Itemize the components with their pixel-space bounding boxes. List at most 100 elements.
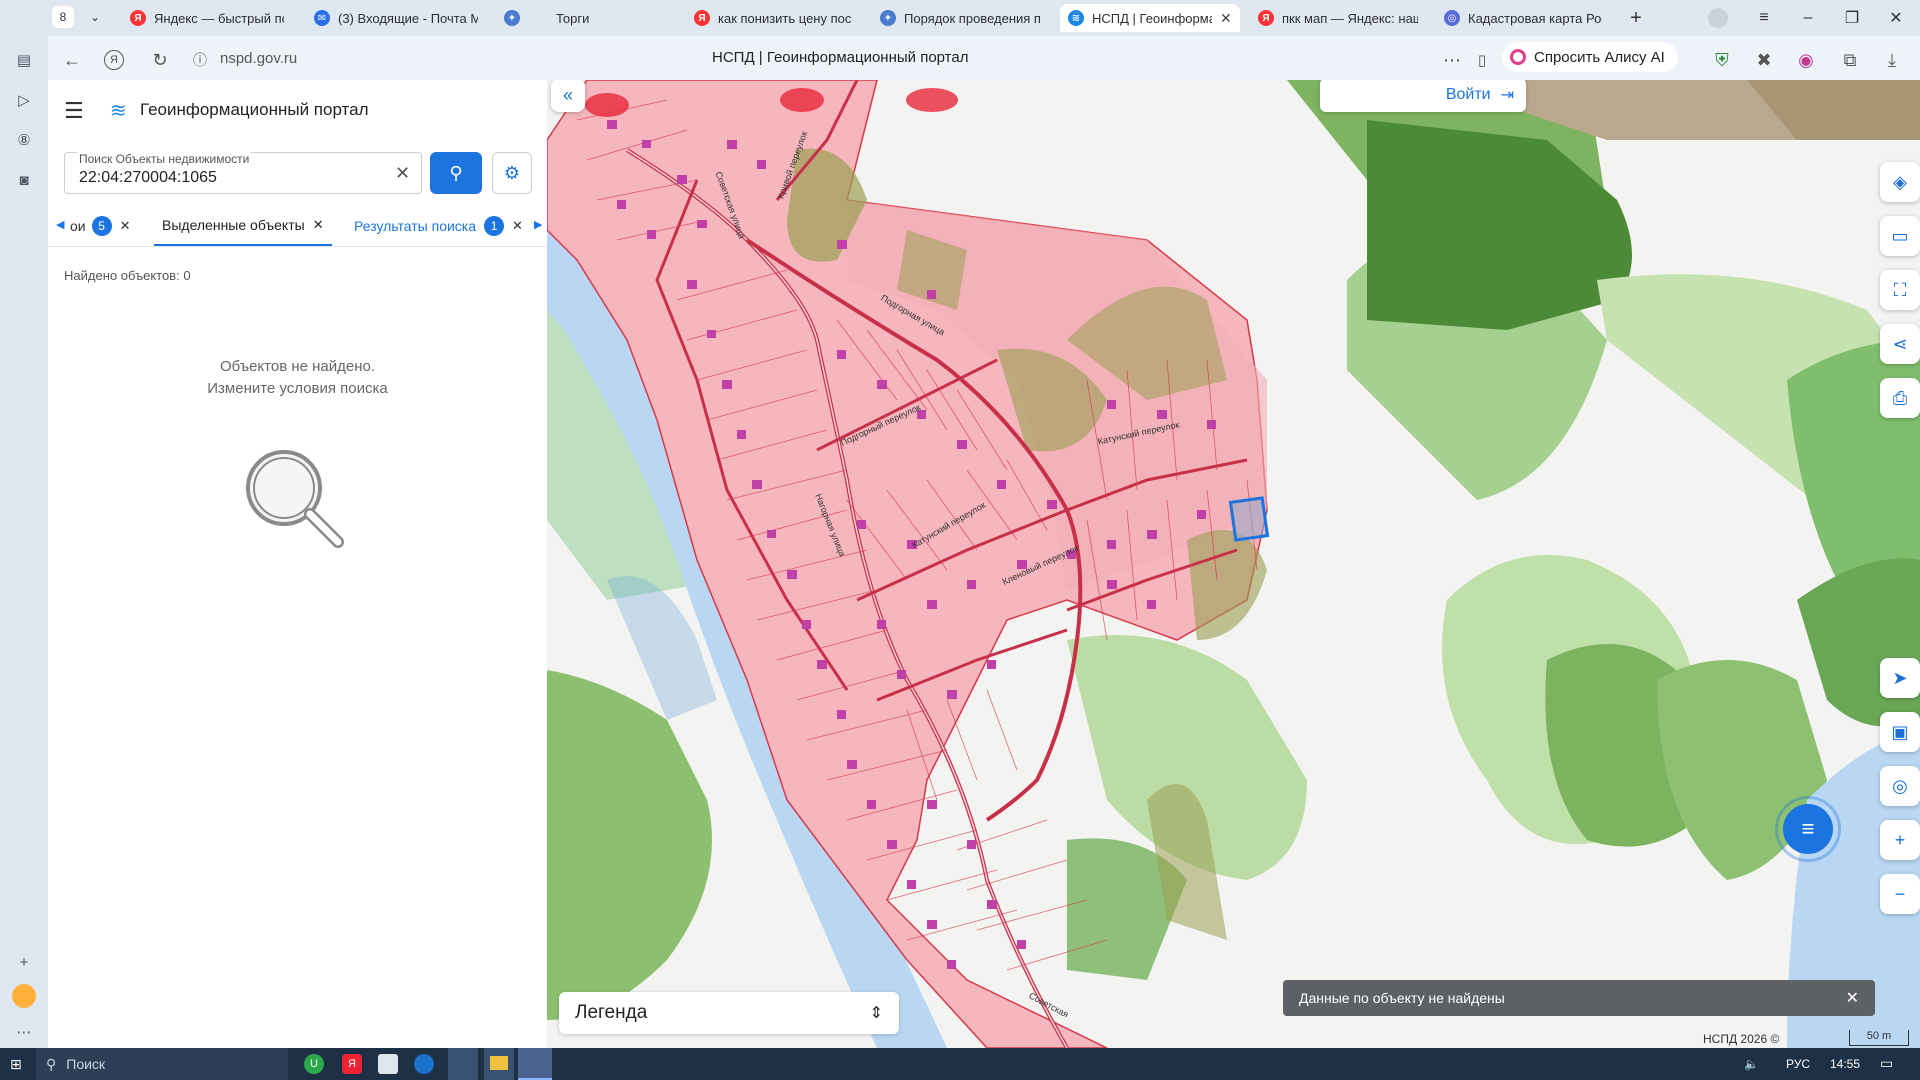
protect-icon[interactable]: ⛨ bbox=[1710, 48, 1734, 72]
layers-button[interactable]: ◈ bbox=[1880, 162, 1920, 202]
site-info-icon[interactable]: ⓘ bbox=[188, 48, 212, 72]
clock[interactable]: 14:55 bbox=[1830, 1057, 1860, 1071]
selected-parcel[interactable] bbox=[1228, 496, 1270, 542]
tab-nspd[interactable]: ≋ НСПД | Геоинформаци ✕ bbox=[1060, 4, 1240, 32]
notifications-icon[interactable]: ▭ bbox=[1880, 1055, 1893, 1072]
tabs-scroll-right-icon[interactable]: ▶ bbox=[534, 218, 542, 231]
tab-list-chevron-icon[interactable]: ⌄ bbox=[84, 6, 106, 28]
tab-search-results[interactable]: Результаты поиска 1 ✕ bbox=[354, 216, 523, 236]
emblem-favicon-icon: ✦ bbox=[880, 10, 896, 26]
menu-icon[interactable]: ≡ bbox=[1752, 6, 1776, 30]
downloads-icon[interactable]: ⤓ bbox=[1880, 48, 1904, 72]
close-tab-icon[interactable]: ✕ bbox=[1220, 10, 1232, 27]
clear-search-icon[interactable]: ✕ bbox=[395, 163, 410, 184]
close-toast-icon[interactable]: ✕ bbox=[1846, 988, 1859, 1008]
video-icon[interactable]: ▷ bbox=[10, 86, 38, 114]
taskbar-search[interactable]: ⚲ Поиск bbox=[36, 1048, 288, 1080]
counter-icon[interactable]: ⑧ bbox=[10, 126, 38, 154]
portal-logo-icon: ≋ bbox=[110, 100, 127, 122]
new-tab-icon[interactable]: + bbox=[1624, 6, 1648, 30]
close-tab-x-icon[interactable]: ✕ bbox=[512, 218, 523, 234]
tab-torgi[interactable]: ✦ Торги bbox=[496, 4, 666, 32]
minimize-icon[interactable]: – bbox=[1796, 6, 1820, 30]
close-tab-x-icon[interactable]: ✕ bbox=[313, 217, 324, 233]
zoom-out-button[interactable]: − bbox=[1880, 874, 1920, 914]
alice-button[interactable]: Спросить Алису AI bbox=[1502, 42, 1678, 72]
emblem-favicon-icon: ✦ bbox=[504, 10, 520, 26]
minimap-button[interactable]: ▣ bbox=[1880, 712, 1920, 752]
tab-highlighted-objects[interactable]: Выделенные объекты ✕ bbox=[154, 206, 332, 246]
tab-label: ои bbox=[70, 218, 86, 234]
print-button[interactable]: ⎙ bbox=[1880, 378, 1920, 418]
more-dots-icon[interactable]: ⋯ bbox=[1440, 48, 1464, 72]
profile-avatar-icon[interactable] bbox=[1708, 8, 1728, 28]
yandex-home-icon[interactable]: Я bbox=[104, 50, 124, 70]
search-icon: ⚲ bbox=[449, 162, 463, 183]
more-icon[interactable]: ⋯ bbox=[10, 1018, 38, 1046]
add-panel-icon[interactable]: + bbox=[10, 948, 38, 976]
tab-procedure[interactable]: ✦ Порядок проведения п bbox=[872, 4, 1048, 32]
extension-icon[interactable]: ✖ bbox=[1752, 48, 1776, 72]
tab-pkk[interactable]: Я пкк мап — Яндекс: наш bbox=[1250, 4, 1426, 32]
browser-app-icon[interactable] bbox=[414, 1054, 434, 1074]
app-icon[interactable]: U bbox=[304, 1054, 324, 1074]
geo-button[interactable]: ◎ bbox=[1880, 766, 1920, 806]
collections-icon[interactable]: ▤ bbox=[10, 46, 38, 74]
screenshot-icon[interactable]: ◙ bbox=[10, 166, 38, 194]
reload-icon[interactable]: ↻ bbox=[148, 48, 172, 72]
tab-badge: 1 bbox=[484, 216, 505, 236]
legend-toggle[interactable]: Легенда ⇕ bbox=[559, 992, 899, 1034]
collapse-panel-button[interactable]: « bbox=[551, 80, 585, 112]
login-icon: ⇥ bbox=[1500, 87, 1514, 104]
zoom-in-button[interactable]: + bbox=[1880, 820, 1920, 860]
close-window-icon[interactable]: ✕ bbox=[1884, 6, 1908, 30]
volume-icon[interactable]: 🔈 bbox=[1744, 1057, 1759, 1071]
tab-cadastral[interactable]: ◎ Кадастровая карта Рос bbox=[1436, 4, 1610, 32]
restore-icon[interactable]: ❐ bbox=[1840, 6, 1864, 30]
yandex-logo-icon[interactable] bbox=[12, 984, 36, 1008]
login-button[interactable]: Войти ⇥ bbox=[1320, 80, 1526, 112]
chat-button[interactable]: ≡ bbox=[1783, 804, 1833, 854]
alice-label: Спросить Алису AI bbox=[1534, 48, 1665, 66]
tab-yandex[interactable]: Я Яндекс — быстрый пои bbox=[122, 4, 292, 32]
taskbar-search-placeholder: Поиск bbox=[66, 1056, 106, 1072]
scale-bar: 50 m bbox=[1849, 1030, 1909, 1046]
language-indicator[interactable]: РУС bbox=[1786, 1057, 1810, 1071]
magnifier-illustration-icon bbox=[246, 450, 344, 548]
taskbar: ⊞ ⚲ Поиск U Я 🔈 РУС 14:55 ▭ bbox=[0, 1048, 1920, 1080]
map-canvas[interactable]: Советская улица Кривой переулок Подгорна… bbox=[547, 80, 1920, 1048]
area-select-button[interactable]: ⛶ bbox=[1880, 270, 1920, 310]
minimap-icon: ▣ bbox=[1891, 721, 1909, 742]
search-field[interactable]: Поиск Объекты недвижимости 22:04:270004:… bbox=[64, 152, 422, 194]
windows-start-icon[interactable]: ⊞ bbox=[10, 1056, 26, 1072]
close-tab-x-icon[interactable]: ✕ bbox=[120, 218, 131, 234]
explorer-icon[interactable] bbox=[484, 1048, 514, 1080]
extension2-icon[interactable]: ◉ bbox=[1794, 48, 1818, 72]
notepad-icon[interactable] bbox=[378, 1054, 398, 1074]
yandex-app-icon[interactable]: Я bbox=[342, 1054, 362, 1074]
ruler-button[interactable]: ▭ bbox=[1880, 216, 1920, 256]
yandex-favicon-icon: Я bbox=[1258, 10, 1274, 26]
search-input[interactable]: 22:04:270004:1065 bbox=[79, 169, 217, 187]
yandex-browser-taskbar-icon[interactable] bbox=[518, 1048, 552, 1080]
tab-mail[interactable]: ✉ (3) Входящие - Почта М bbox=[306, 4, 486, 32]
bookmark-icon[interactable]: ▯ bbox=[1470, 48, 1494, 72]
locate-button[interactable]: ➤ bbox=[1880, 658, 1920, 698]
share-button[interactable]: ⋖ bbox=[1880, 324, 1920, 364]
tab-price[interactable]: Я как понизить цену пос bbox=[686, 4, 862, 32]
tab-label: Кадастровая карта Рос bbox=[1468, 10, 1602, 26]
forest-patch bbox=[547, 670, 712, 1020]
url-text[interactable]: nspd.gov.ru bbox=[220, 50, 297, 67]
search-button[interactable]: ⚲ bbox=[430, 152, 482, 194]
ruler-icon: ▭ bbox=[1891, 225, 1909, 246]
tab-selected-objects-partial[interactable]: ои 5 ✕ bbox=[70, 216, 131, 236]
hamburger-menu-icon[interactable]: ☰ bbox=[64, 98, 84, 124]
toast-message: Данные по объекту не найдены bbox=[1299, 990, 1505, 1006]
back-icon[interactable]: ← bbox=[60, 48, 84, 72]
active-app-icon[interactable] bbox=[448, 1048, 478, 1080]
tab-counter[interactable]: 8 bbox=[52, 6, 74, 28]
tabs-scroll-left-icon[interactable]: ◀ bbox=[56, 218, 64, 231]
collections-nav-icon[interactable]: ⧉ bbox=[1838, 48, 1862, 72]
tab-label: Порядок проведения п bbox=[904, 10, 1040, 26]
filter-button[interactable]: ⚙ bbox=[492, 152, 532, 194]
